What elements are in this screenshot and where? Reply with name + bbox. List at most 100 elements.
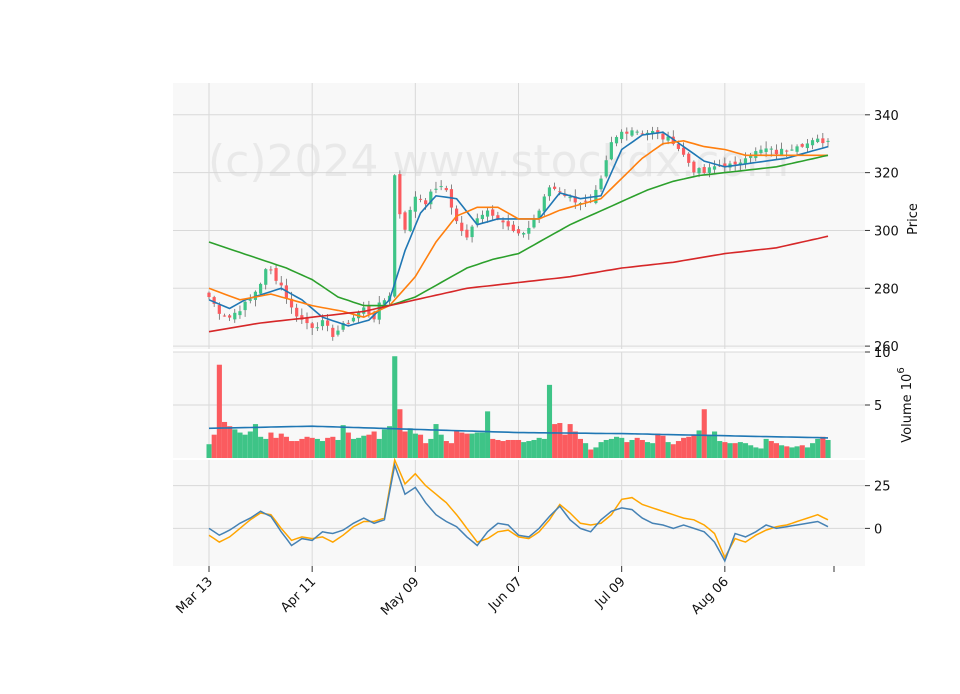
candle-body [248, 299, 252, 301]
candle-body [264, 269, 268, 285]
candle-body [217, 305, 221, 314]
volume-bar [263, 438, 269, 458]
volume-bar [598, 442, 604, 458]
candle-body [434, 188, 438, 190]
candle-body [805, 143, 809, 149]
volume-axis-label-text: Volume 10 [900, 374, 915, 443]
volume-bar [706, 434, 712, 458]
volume-bar [211, 434, 217, 458]
volume-axis-exponent: 6 [896, 367, 907, 373]
volume-bar [655, 433, 661, 458]
volume-bar [810, 443, 816, 458]
candle-body [243, 301, 247, 311]
volume-bar [448, 443, 455, 458]
volume-axis-label: Volume 106 [896, 367, 915, 442]
volume-bar [722, 442, 728, 458]
candle-body [542, 196, 546, 212]
candle-body [485, 210, 490, 217]
volume-bar [278, 433, 284, 458]
volume-bar [505, 439, 511, 458]
volume-bar [330, 436, 336, 458]
volume-bar [428, 438, 434, 458]
volume-bar [727, 443, 733, 458]
x-tick-label: Jun 07 [485, 574, 525, 614]
volume-bar [397, 409, 403, 458]
candle-body [759, 149, 763, 153]
volume-bar [541, 438, 547, 458]
watermark: (c)2024 www.stockdx.com [208, 136, 789, 187]
candle-body [310, 323, 314, 328]
candle-body [754, 151, 758, 158]
candle-body [774, 149, 779, 155]
candle-body [609, 142, 613, 160]
candle-body [207, 292, 211, 298]
candle-body [532, 218, 536, 228]
volume-bar [521, 442, 527, 458]
volume-bar [536, 437, 542, 458]
candle-body [506, 221, 510, 227]
volume-bar [469, 433, 475, 458]
volume-bar [572, 431, 578, 458]
x-tick-label: Mar 13 [174, 574, 217, 617]
volume-bar [443, 441, 449, 458]
volume-bar [340, 425, 346, 458]
candle-body [692, 161, 696, 173]
candle-body [604, 160, 608, 177]
volume-bar [417, 434, 424, 458]
candle-body [315, 327, 319, 329]
candle-body [238, 311, 242, 316]
candle-body [697, 168, 701, 174]
volume-bar [665, 442, 671, 458]
volume-bar [748, 445, 754, 458]
candle-body [749, 156, 753, 158]
volume-bar [552, 424, 558, 458]
volume-bar [376, 438, 382, 458]
volume-axis-label-group: Volume 106 [896, 367, 915, 442]
candle-body [547, 187, 552, 197]
volume-bar [366, 434, 372, 458]
candle-body [501, 220, 505, 223]
candle-body [326, 320, 330, 326]
volume-bar [356, 437, 362, 458]
volume-bar [454, 430, 460, 458]
candle-body [810, 140, 815, 146]
candle-body [826, 140, 830, 142]
candle-body [681, 147, 686, 155]
candle-body [491, 209, 495, 216]
volume-bar [252, 424, 259, 458]
volume-bar [227, 426, 233, 458]
volume-bar [691, 434, 697, 458]
volume-bar [634, 437, 640, 458]
candle-body [635, 131, 639, 133]
volume-bar [531, 439, 537, 458]
volume-bar [784, 446, 790, 458]
candle-body [331, 327, 335, 337]
y-tick-label: 320 [874, 167, 899, 182]
volume-bar [639, 439, 645, 458]
candle-body [408, 209, 412, 232]
y-tick-label: 340 [874, 109, 899, 124]
volume-bar [459, 432, 465, 458]
candle-body [687, 153, 691, 163]
candle-body [398, 174, 402, 215]
volume-bar [820, 436, 826, 458]
volume-bar [361, 435, 367, 458]
candle-body [620, 131, 624, 140]
volume-bar [495, 439, 501, 458]
candle-body [228, 315, 232, 318]
volume-bar [464, 433, 470, 458]
candle-body [707, 167, 711, 173]
candle-body [424, 200, 428, 205]
candle-body [630, 130, 634, 136]
candle-body [795, 146, 799, 152]
volume-bar [490, 438, 496, 458]
volume-bar [402, 431, 408, 458]
x-tick-label: Aug 06 [689, 574, 732, 617]
candle-body [733, 161, 737, 165]
volume-bar [350, 438, 357, 458]
volume-bar [624, 442, 630, 458]
volume-bar [583, 443, 589, 458]
chart-canvas: (c)2024 www.stockdx.com Mar 13 Apr 11 May … [173, 83, 921, 619]
volume-bar [763, 438, 769, 458]
volume-bar [815, 438, 821, 458]
